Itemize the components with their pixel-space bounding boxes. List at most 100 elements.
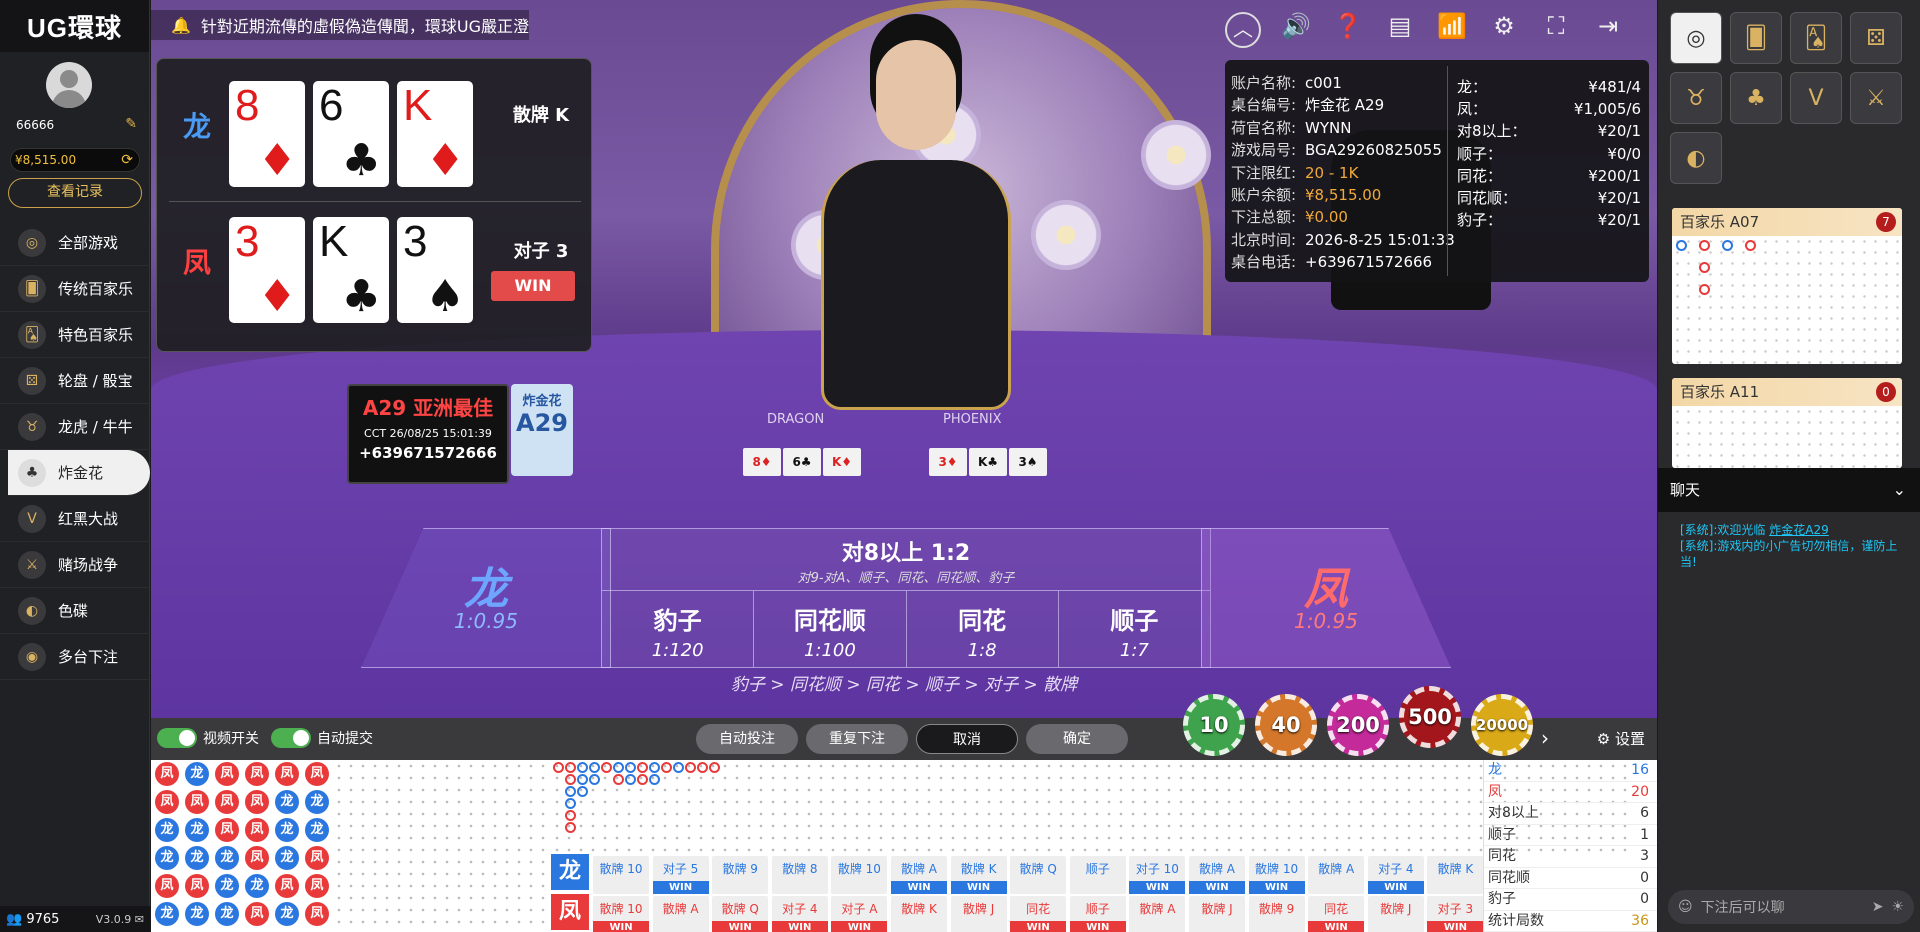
stat-value: 36 bbox=[1631, 912, 1649, 929]
all-games-tile[interactable]: ◎ bbox=[1670, 12, 1722, 64]
volume-icon[interactable]: 🔊 bbox=[1279, 12, 1313, 48]
summary-value: ¥481/4 bbox=[1588, 78, 1641, 96]
stat-value: 6 bbox=[1640, 805, 1649, 821]
bet-cell[interactable]: 顺子 1:7 bbox=[1059, 591, 1210, 667]
bet-cell[interactable]: 同花顺 1:100 bbox=[754, 591, 907, 667]
history-hand: 对子 4 bbox=[782, 902, 818, 916]
phoenix-ring bbox=[697, 762, 708, 773]
auto-bet-button[interactable]: 自动投注 bbox=[696, 724, 798, 754]
info-key: 下注限红: bbox=[1231, 163, 1297, 182]
nav-item-bull[interactable]: ♉ 龙虎 / 牛牛 bbox=[0, 404, 150, 450]
baccarat-tile[interactable]: 🂠 bbox=[1730, 12, 1782, 64]
bet-cell-odds: 1:8 bbox=[967, 640, 997, 661]
info-key: 下注总额: bbox=[1231, 208, 1297, 227]
history-cell: 散牌 Q WIN bbox=[712, 896, 769, 932]
sedie-tile[interactable]: ◐ bbox=[1670, 132, 1722, 184]
special-baccarat-tile[interactable]: 🂡 bbox=[1790, 12, 1842, 64]
nav-item-all-games[interactable]: ◎ 全部游戏 bbox=[0, 220, 150, 266]
phoenix-hand: 对子 3 bbox=[513, 241, 569, 262]
chevron-right-icon[interactable]: › bbox=[1541, 726, 1549, 750]
card-rank: K bbox=[319, 217, 349, 266]
swords-tile[interactable]: ⚔ bbox=[1850, 72, 1902, 124]
collapse-icon[interactable]: ︿ bbox=[1225, 12, 1261, 48]
balance-display: ¥8,515.00 ⟳ bbox=[10, 148, 140, 172]
gear-icon[interactable]: ⚙ bbox=[1487, 12, 1521, 48]
history-hand: 散牌 9 bbox=[722, 862, 758, 876]
room-card[interactable]: 百家乐 A07 7 bbox=[1672, 208, 1902, 364]
bet-phoenix[interactable]: 凤 1:0.95 bbox=[1201, 528, 1451, 668]
win-badge: WIN bbox=[491, 271, 575, 301]
view-records-button[interactable]: 查看记录 bbox=[8, 178, 142, 208]
chevron-down-icon[interactable]: ⌄ bbox=[1893, 468, 1906, 512]
divider bbox=[1447, 66, 1448, 276]
nav-item-sedie[interactable]: ◐ 色碟 bbox=[0, 588, 150, 634]
bead-dragon: 龙 bbox=[155, 818, 179, 842]
bet-pair8[interactable]: 对8以上 1:2 对9-对A、顺子、同花、同花顺、豹子 bbox=[602, 529, 1210, 591]
bet-cell[interactable]: 豹子 1:120 bbox=[602, 591, 755, 667]
nav-item-special-baccarat[interactable]: 🂡 特色百家乐 bbox=[0, 312, 150, 358]
golden-flower-tile[interactable]: ♣ bbox=[1730, 72, 1782, 124]
phoenix-ring bbox=[613, 774, 624, 785]
room-card[interactable]: 百家乐 A11 0 bbox=[1672, 378, 1902, 468]
help-icon[interactable]: ❓ bbox=[1331, 12, 1365, 48]
bull-tile[interactable]: ♉ bbox=[1670, 72, 1722, 124]
history-hand: 散牌 J bbox=[1380, 902, 1412, 916]
card-suit: ♠ bbox=[425, 271, 465, 322]
settings-button[interactable]: ⚙ 设置 bbox=[1597, 728, 1645, 749]
history-hand: 散牌 10 bbox=[837, 862, 881, 876]
avatar[interactable] bbox=[46, 62, 92, 108]
send-icon[interactable]: ➤ bbox=[1872, 899, 1884, 915]
chat-link[interactable]: 炸金花A29 bbox=[1769, 523, 1828, 537]
room-road bbox=[1672, 236, 1902, 364]
nav-item-red-black[interactable]: V 红黑大战 bbox=[0, 496, 150, 542]
nav-item-roulette[interactable]: ⚄ 轮盘 / 骰宝 bbox=[0, 358, 150, 404]
bead-dragon: 龙 bbox=[185, 846, 209, 870]
confirm-button[interactable]: 确定 bbox=[1026, 724, 1128, 754]
history-win: WIN bbox=[950, 881, 1007, 894]
emoji-icon[interactable]: ☺ bbox=[1678, 899, 1693, 915]
bead-dragon: 龙 bbox=[155, 846, 179, 870]
chat-header[interactable]: 聊天 ⌄ bbox=[1658, 468, 1920, 512]
edit-icon[interactable]: ✎ bbox=[125, 116, 137, 132]
cancel-button[interactable]: 取消 bbox=[916, 724, 1018, 754]
chip-10[interactable]: 10 bbox=[1183, 694, 1245, 756]
stat-value: 3 bbox=[1640, 848, 1649, 864]
sun-icon[interactable]: ☀ bbox=[1891, 899, 1904, 915]
stat-row: 同花 3 bbox=[1484, 846, 1657, 868]
video-toggle[interactable]: 视频开关 bbox=[157, 728, 259, 748]
history-hand: 散牌 A bbox=[1198, 862, 1236, 876]
bet-dragon[interactable]: 龙 1:0.95 bbox=[361, 528, 611, 668]
repeat-bet-button[interactable]: 重复下注 bbox=[806, 724, 908, 754]
bead-dragon: 龙 bbox=[275, 790, 299, 814]
nav-item-baccarat[interactable]: 🂠 传统百家乐 bbox=[0, 266, 150, 312]
bead-phoenix: 凤 bbox=[305, 762, 329, 786]
nav-item-swords[interactable]: ⚔ 赌场战争 bbox=[0, 542, 150, 588]
wifi-icon[interactable]: 📶 bbox=[1435, 12, 1469, 48]
card-rank: 3 bbox=[235, 217, 260, 266]
exit-icon[interactable]: ⇥ bbox=[1591, 12, 1625, 48]
right-sidebar: ◎ 🂠 🂡 ⚄ ♉ ♣ V ⚔ ◐ 百家乐 A07 7 百家乐 A11 0 聊天 ⌄… bbox=[1658, 0, 1920, 932]
fullscreen-icon[interactable]: ⛶ bbox=[1539, 12, 1573, 48]
flower-decor bbox=[1141, 120, 1211, 190]
roulette-tile[interactable]: ⚄ bbox=[1850, 12, 1902, 64]
chip-20000[interactable]: 20000 bbox=[1471, 694, 1533, 756]
nav-item-multi-table[interactable]: ◉ 多台下注 bbox=[0, 634, 150, 680]
nav-item-label: 全部游戏 bbox=[58, 234, 119, 252]
info-key: 账户名称: bbox=[1231, 74, 1297, 92]
info-row: 北京时间: 2026-8-25 15:01:33 bbox=[1231, 229, 1455, 251]
refresh-icon[interactable]: ⟳ bbox=[121, 149, 133, 171]
stat-value: 0 bbox=[1640, 891, 1649, 907]
swords-icon: ⚔ bbox=[18, 550, 46, 579]
chip-40[interactable]: 40 bbox=[1255, 694, 1317, 756]
summary-row: 对8以上： ¥20/1 bbox=[1457, 120, 1641, 142]
info-row: 荷官名称: WYNN bbox=[1231, 117, 1455, 139]
history-icon[interactable]: ▤ bbox=[1383, 12, 1417, 48]
bet-cell[interactable]: 同花 1:8 bbox=[907, 591, 1059, 667]
nav-item-golden-flower[interactable]: ♣ 炸金花 bbox=[8, 450, 150, 496]
red-black-tile[interactable]: V bbox=[1790, 72, 1842, 124]
chip-500[interactable]: 500 bbox=[1399, 686, 1461, 748]
chat-input[interactable]: ☺ 下注后可以聊 ➤ ☀ bbox=[1668, 890, 1914, 924]
announcement-marquee: 🔔 针對近期流傳的虛假偽造傳聞，環球UG嚴正澄 bbox=[151, 10, 530, 40]
chip-200[interactable]: 200 bbox=[1327, 694, 1389, 756]
auto-submit-toggle[interactable]: 自动提交 bbox=[271, 728, 373, 748]
